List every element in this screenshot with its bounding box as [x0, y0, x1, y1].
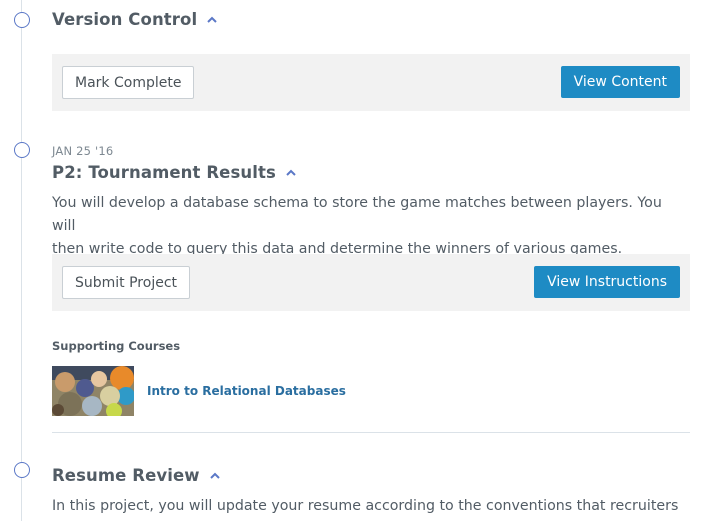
action-bar: Submit Project View Instructions: [52, 254, 690, 311]
submit-project-button[interactable]: Submit Project: [62, 266, 191, 299]
section-title: Resume Review: [52, 466, 200, 485]
timeline-node-icon: [14, 12, 30, 28]
section-description: You will develop a database schema to st…: [52, 192, 682, 261]
caret-up-icon[interactable]: [207, 15, 217, 25]
timeline-node-icon: [14, 142, 30, 158]
section-description: In this project, you will update your re…: [52, 495, 682, 518]
caret-up-icon[interactable]: [286, 168, 296, 178]
section-divider: [52, 432, 690, 433]
course-link[interactable]: Intro to Relational Databases: [147, 384, 346, 398]
view-instructions-button[interactable]: View Instructions: [534, 266, 680, 298]
section-header-resume-review: Resume Review: [52, 466, 220, 485]
course-list-item[interactable]: Intro to Relational Databases: [52, 366, 346, 416]
description-line: In this project, you will update your re…: [52, 498, 679, 514]
supporting-courses-label: Supporting Courses: [52, 339, 181, 353]
timeline-line: [21, 0, 22, 521]
section-title: P2: Tournament Results: [52, 163, 276, 182]
section-date: JAN 25 '16: [52, 144, 114, 158]
action-bar: Mark Complete View Content: [52, 54, 690, 111]
timeline-node-icon: [14, 462, 30, 478]
view-content-button[interactable]: View Content: [560, 66, 680, 98]
course-thumbnail[interactable]: [52, 366, 134, 416]
description-line: You will develop a database schema to st…: [52, 195, 662, 234]
section-header-version-control: Version Control: [52, 10, 217, 29]
caret-up-icon[interactable]: [209, 471, 220, 481]
mark-complete-button[interactable]: Mark Complete: [62, 66, 195, 99]
section-title: Version Control: [52, 10, 198, 29]
section-header-tournament-results: P2: Tournament Results: [52, 163, 296, 182]
